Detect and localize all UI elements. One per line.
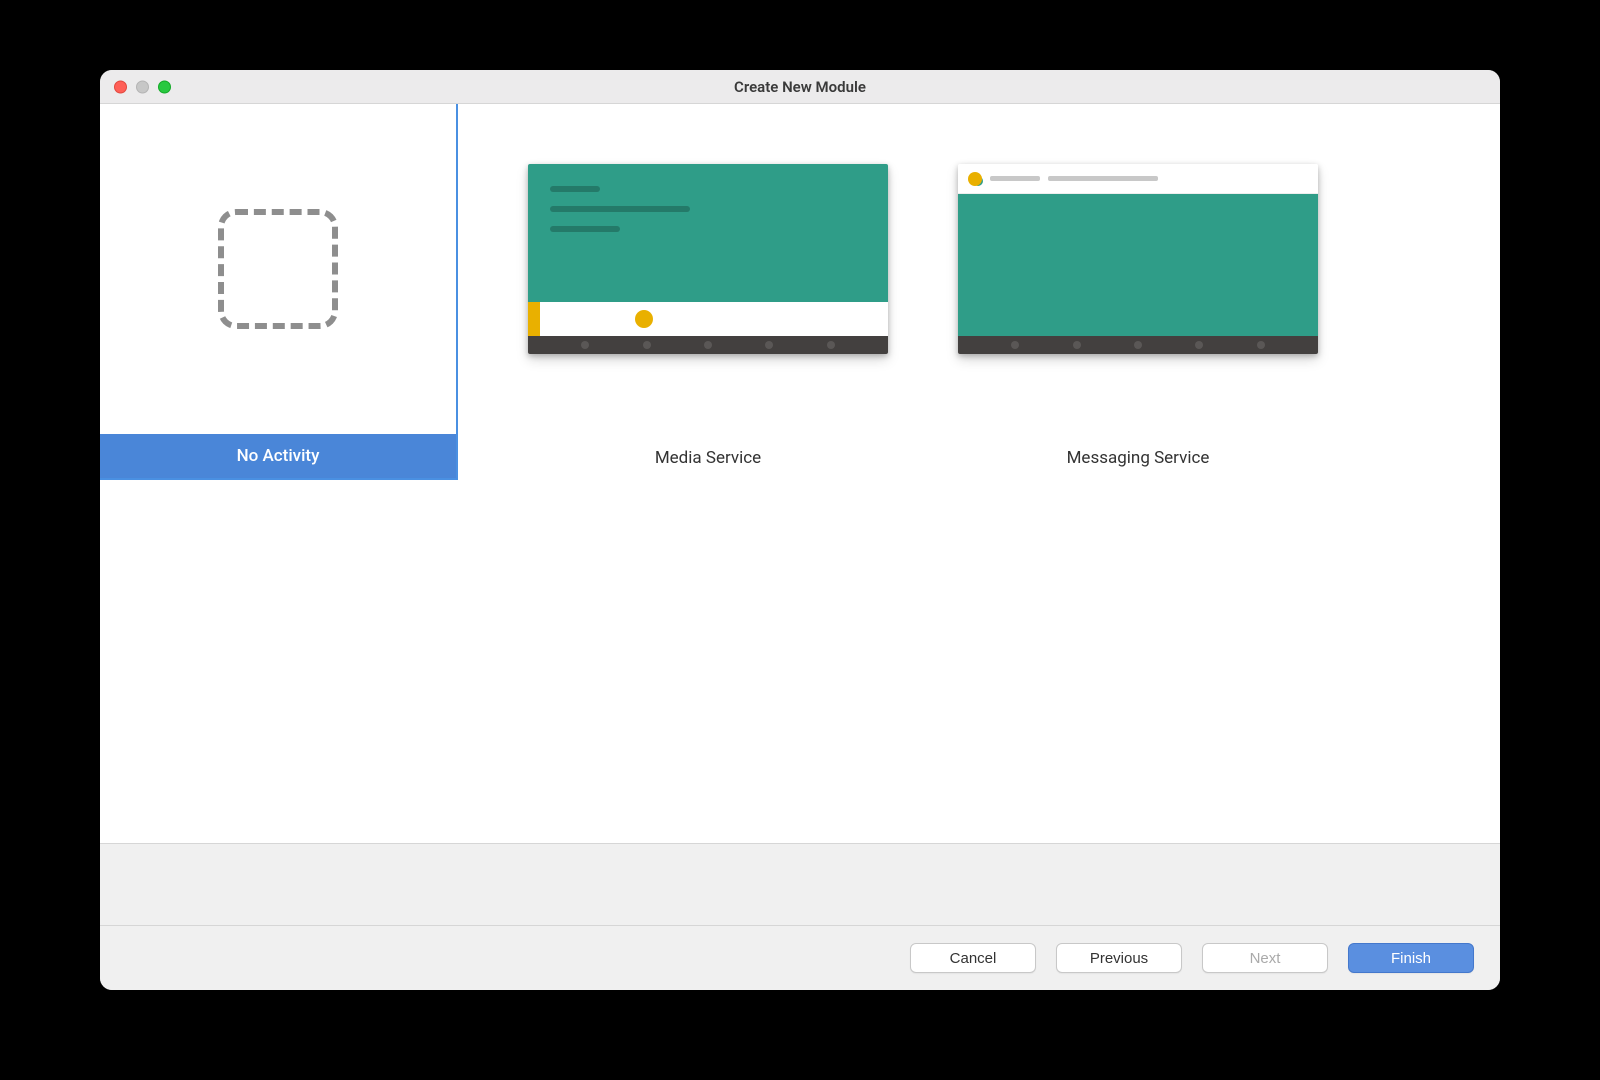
window-title: Create New Module [100, 78, 1500, 96]
finish-button[interactable]: Finish [1348, 943, 1474, 973]
cancel-button[interactable]: Cancel [910, 943, 1036, 973]
previous-button[interactable]: Previous [1056, 943, 1182, 973]
close-icon[interactable] [114, 80, 127, 93]
info-bar [100, 844, 1500, 926]
titlebar: Create New Module [100, 70, 1500, 104]
template-thumbnail [958, 164, 1318, 354]
zoom-icon[interactable] [158, 80, 171, 93]
dialog-window: Create New Module No Activity [100, 70, 1500, 990]
traffic-lights [114, 80, 171, 93]
dashed-square-icon [218, 209, 338, 329]
template-thumbnail [100, 104, 456, 434]
template-label: Messaging Service [958, 430, 1318, 468]
next-button: Next [1202, 943, 1328, 973]
template-no-activity[interactable]: No Activity [100, 104, 458, 480]
media-mock-icon [528, 164, 888, 354]
template-media-service[interactable]: Media Service [528, 164, 888, 468]
messaging-mock-icon [958, 164, 1318, 354]
minimize-icon[interactable] [136, 80, 149, 93]
template-label: Media Service [528, 430, 888, 468]
template-thumbnail [528, 164, 888, 354]
template-messaging-service[interactable]: Messaging Service [958, 164, 1318, 468]
template-label: No Activity [100, 434, 456, 478]
content-area: No Activity Media Service [100, 104, 1500, 844]
template-grid: No Activity Media Service [100, 104, 1500, 843]
footer: Cancel Previous Next Finish [100, 926, 1500, 990]
